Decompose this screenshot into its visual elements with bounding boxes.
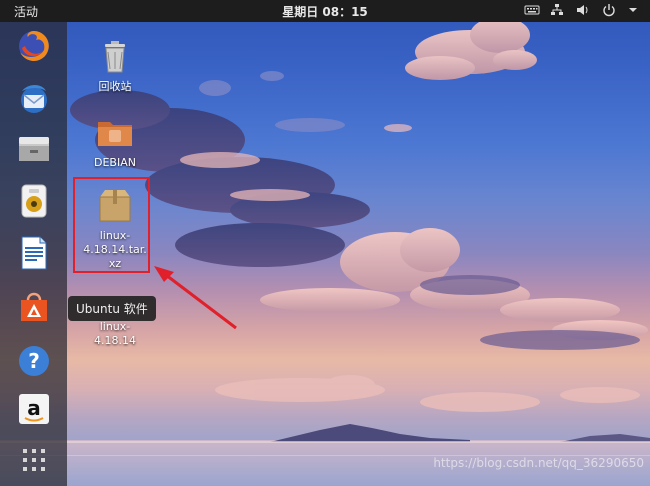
watermark: https://blog.csdn.net/qq_36290650 (433, 456, 644, 470)
desktop-item-debian-folder[interactable]: DEBIAN (75, 112, 155, 170)
thunderbird-icon[interactable] (16, 81, 52, 117)
desktop-item-label-line: linux- (99, 320, 131, 333)
files-icon[interactable] (16, 131, 52, 167)
dock-tooltip: Ubuntu 软件 (68, 296, 156, 321)
desktop-item-label-line: 4.18.14.tar. (83, 243, 147, 256)
desktop-item-label-line: 4.18.14 (94, 334, 136, 347)
desktop-item-label: DEBIAN (94, 156, 136, 169)
system-tray (524, 3, 642, 17)
desktop-item-label-line: linux- (99, 229, 131, 242)
trash-icon (105, 41, 125, 73)
clock[interactable]: 星期日 08：15 (282, 5, 368, 19)
desktop-item-label-line: xz (108, 257, 122, 270)
chevron-down-icon[interactable] (628, 3, 642, 17)
volume-icon[interactable] (576, 3, 590, 17)
archive-icon (99, 190, 131, 222)
amazon-icon[interactable]: a (16, 391, 52, 427)
show-applications-icon[interactable] (16, 442, 52, 478)
top-bar: 活动 星期日 08：15 (0, 0, 650, 22)
keyboard-icon[interactable] (524, 3, 540, 17)
svg-text:a: a (27, 396, 41, 420)
dock: ? a (0, 22, 67, 486)
network-icon[interactable] (550, 3, 564, 17)
help-icon[interactable]: ? (16, 343, 52, 379)
ubuntu-software-icon[interactable] (16, 288, 52, 324)
activities-button[interactable]: 活动 (14, 3, 38, 20)
desktop-item-linux-archive[interactable]: linux- 4.18.14.tar. xz (75, 185, 155, 271)
firefox-icon[interactable] (16, 28, 52, 64)
folder-icon (98, 122, 132, 146)
libreoffice-writer-icon[interactable] (16, 235, 52, 271)
desktop-item-trash[interactable]: 回收站 (75, 36, 155, 94)
annotation-arrow (154, 266, 237, 330)
power-icon[interactable] (602, 3, 616, 17)
rhythmbox-icon[interactable] (16, 183, 52, 219)
svg-text:?: ? (28, 349, 40, 373)
desktop-item-label: 回收站 (98, 80, 132, 93)
